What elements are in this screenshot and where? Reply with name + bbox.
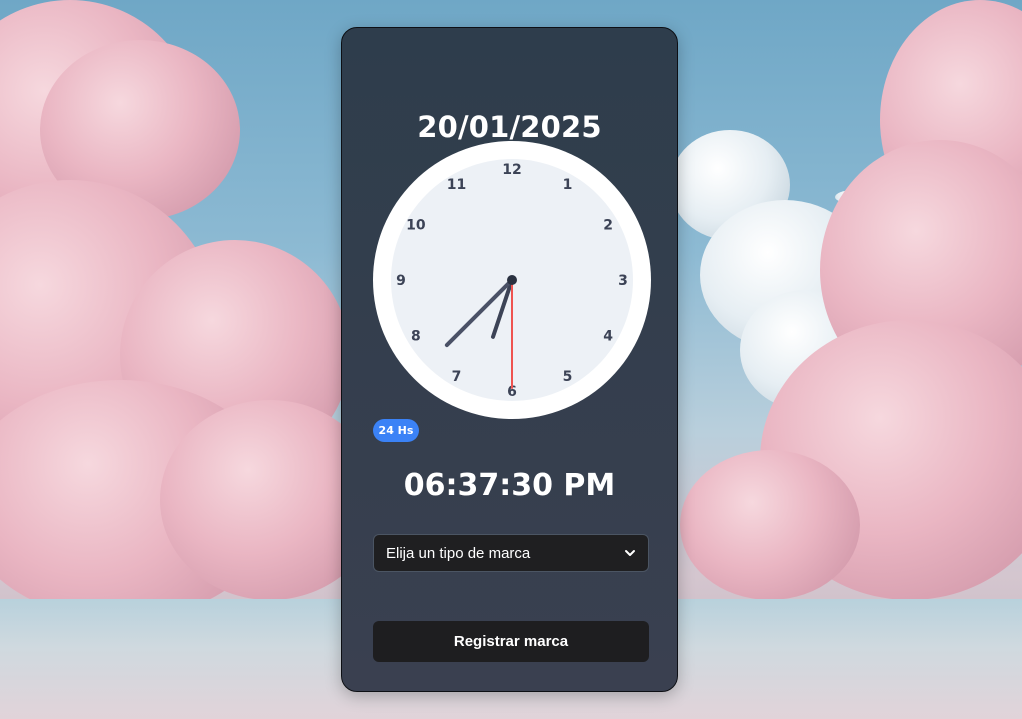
clock-number: 11 [447,177,466,193]
clock-number: 10 [406,218,426,234]
clock-number: 1 [563,177,573,193]
analog-clock: 121234567891011 [373,141,651,419]
clock-number: 3 [618,273,628,289]
format-24h-toggle[interactable]: 24 Hs [373,419,419,442]
clock-number: 7 [452,369,462,385]
clock-number: 2 [603,218,613,234]
clock-number: 12 [502,162,521,178]
register-mark-button[interactable]: Registrar marca [373,621,649,662]
mark-type-select-value: Elija un tipo de marca [386,544,531,562]
chevron-down-icon [625,550,635,556]
clock-card: 20/01/2025 12 1 2 3 4 5 6 7 8 9 10 11 24 Hs 06:37:3… [341,27,678,692]
digital-time-display: 06:37:30 PM [403,468,616,503]
clock-number: 5 [563,369,573,385]
clock-center-pin [507,275,517,285]
date-display: 20/01/2025 [417,110,602,144]
mark-type-select[interactable]: Elija un tipo de marca [373,534,649,572]
clock-number: 9 [396,273,406,289]
clock-number: 8 [411,329,421,345]
clock-number: 4 [603,329,613,345]
